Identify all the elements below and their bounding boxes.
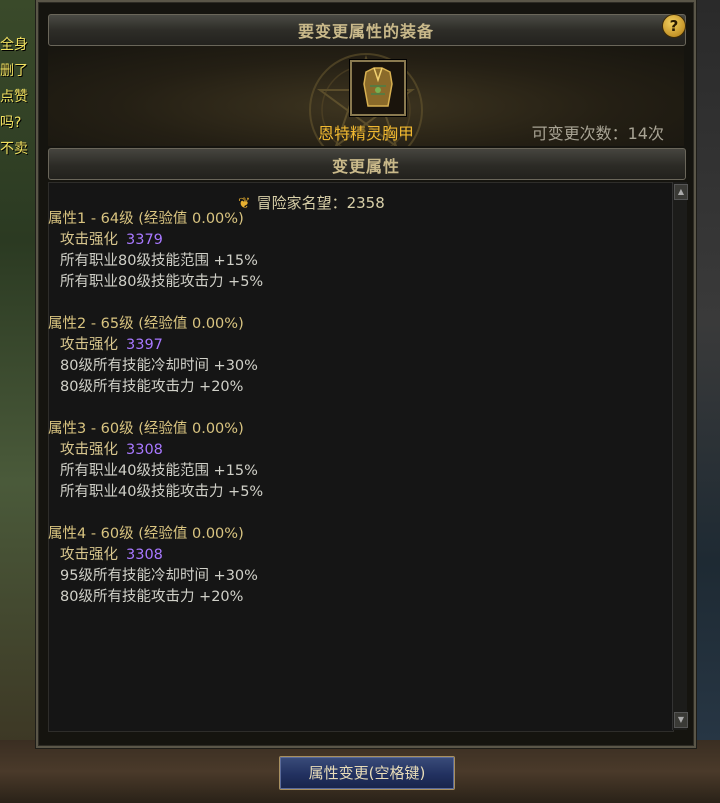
attribute-value: 3397 [126,337,163,353]
attribute-line: 80级所有技能攻击力 +20% [60,589,244,605]
background-chat-text: 全身 [0,37,28,53]
scroll-down-button[interactable]: ▼ [674,712,688,728]
attribute-value: 3308 [126,547,163,563]
window-title: 要变更属性的装备 [297,22,434,41]
reputation-text: 冒险家名望：2358 [256,194,385,212]
help-icon[interactable]: ? [662,14,686,38]
attribute-option-3[interactable]: 属性3 - 60级 (经验值 0.00%) 攻击强化 3308 所有职业40级技能… [48,419,263,503]
attribute-title: 属性3 - 60级 (经验值 0.00%) [48,421,244,437]
attribute-title: 属性1 - 64级 (经验值 0.00%) [48,211,244,227]
attribute-line: 95级所有技能冷却时间 +30% [60,568,258,584]
equipment-slot[interactable] [350,60,406,116]
attribute-line: 80级所有技能攻击力 +20% [60,379,244,395]
background-chat-text: 不卖 [0,141,28,157]
attribute-line: 80级所有技能冷却时间 +30% [60,358,258,374]
attribute-line: 攻击强化 3308 [48,440,263,461]
attribute-line: 所有职业40级技能攻击力 +5% [60,484,264,500]
background-chat-text: 点赞 [0,89,28,105]
attribute-value: 3379 [126,232,163,248]
change-attribute-button[interactable]: 属性变更(空格键) [279,756,455,790]
attribute-label: 攻击强化 [60,442,118,458]
attribute-title: 属性2 - 65级 (经验值 0.00%) [48,316,244,332]
attribute-label: 攻击强化 [60,337,118,353]
attribute-line: 攻击强化 3379 [48,230,263,251]
chest-armor-icon [352,62,404,114]
attribute-title: 属性4 - 60级 (经验值 0.00%) [48,526,244,542]
equipment-display: 恩特精灵胸甲 可变更次数：14次 [48,46,684,146]
attribute-value: 3308 [126,442,163,458]
attribute-line: 所有职业40级技能范围 +15% [60,463,258,479]
attribute-list-scrollbar[interactable]: ▲ ▼ [672,182,688,730]
section-title: 变更属性 [331,157,400,176]
background-chat-text: 删了 [0,63,28,79]
attribute-line: 攻击强化 3308 [48,545,258,566]
attribute-line: 所有职业80级技能范围 +15% [60,253,258,269]
change-count: 可变更次数：14次 [531,124,664,143]
attribute-label: 攻击强化 [60,547,118,563]
attribute-line: 攻击强化 3397 [48,335,258,356]
attribute-line: 所有职业80级技能攻击力 +5% [60,274,264,290]
background-scene-right [692,0,720,803]
background-chat-text: 吗? [0,115,22,131]
attribute-option-1[interactable]: 属性1 - 64级 (经验值 0.00%) 攻击强化 3379 所有职业80级技能… [48,209,263,293]
scroll-up-button[interactable]: ▲ [674,184,688,200]
attribute-label: 攻击强化 [60,232,118,248]
attribute-option-4[interactable]: 属性4 - 60级 (经验值 0.00%) 攻击强化 3308 95级所有技能冷却… [48,524,258,608]
attribute-option-2[interactable]: 属性2 - 65级 (经验值 0.00%) 攻击强化 3397 80级所有技能冷却… [48,314,258,398]
